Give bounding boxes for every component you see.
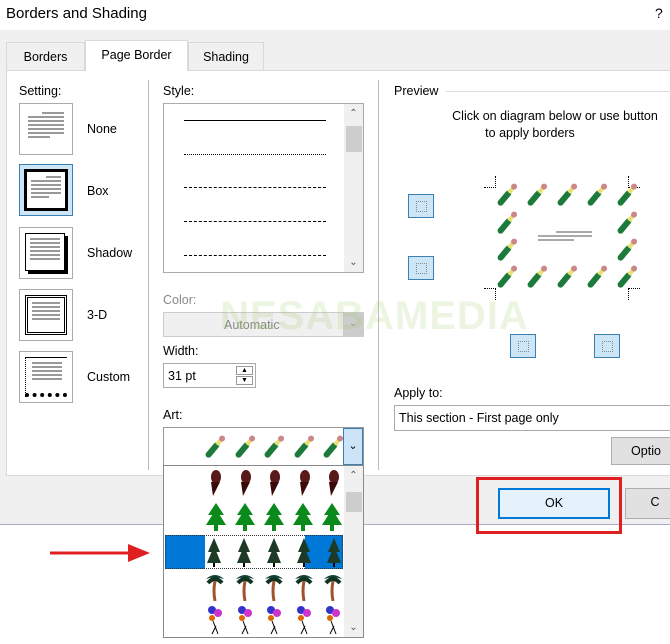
dark-art-icon xyxy=(234,536,254,571)
options-button[interactable]: Optio xyxy=(611,437,670,465)
palm-art-icon xyxy=(293,571,315,606)
cone-art-icon xyxy=(263,468,285,501)
pine-art-icon xyxy=(233,501,257,536)
right-border-button[interactable] xyxy=(594,334,620,358)
bottle-art-icon xyxy=(204,432,226,465)
style-list[interactable]: ⌃ ⌄ xyxy=(163,103,364,273)
art-option-balloons[interactable] xyxy=(204,604,344,639)
pine-art-icon xyxy=(204,501,228,536)
width-stepper[interactable]: 31 pt ▲ ▼ xyxy=(163,363,256,388)
apply-to-label: Apply to: xyxy=(394,386,443,400)
cancel-button[interactable]: C xyxy=(625,488,670,519)
setting-custom-icon[interactable] xyxy=(19,351,73,403)
bottom-border-button[interactable] xyxy=(408,256,434,280)
dark-art-icon xyxy=(294,536,314,571)
bottle-art-icon xyxy=(526,180,548,213)
pine-art-icon xyxy=(320,501,344,536)
art-option-ice-cream[interactable] xyxy=(204,468,344,501)
setting-shadow-label[interactable]: Shadow xyxy=(87,246,132,260)
art-list[interactable]: ⌃ ⌄ xyxy=(163,465,364,638)
width-label: Width: xyxy=(163,344,199,358)
dialog-title: Borders and Shading xyxy=(6,5,147,22)
preview-separator xyxy=(446,91,670,92)
pine-art-icon xyxy=(291,501,315,536)
decrement-icon[interactable]: ▼ xyxy=(236,376,253,385)
divider xyxy=(148,80,149,470)
art-selected-bottles xyxy=(204,432,344,465)
pine-art-icon xyxy=(262,501,286,536)
preview-instruction-1: Click on diagram below or use button xyxy=(452,109,658,123)
art-option-dark-pine-trees[interactable] xyxy=(204,536,344,571)
bottle-art-icon xyxy=(526,262,548,295)
setting-box-icon[interactable] xyxy=(19,164,73,216)
style-label: Style: xyxy=(163,84,195,98)
tab-borders[interactable]: Borders xyxy=(6,42,85,71)
chevron-down-icon[interactable]: ⌄ xyxy=(344,622,363,633)
bottle-art-icon xyxy=(496,235,518,268)
preview-label: Preview xyxy=(394,84,439,98)
apply-to-value: This section - First page only xyxy=(399,411,559,425)
palm-art-icon xyxy=(204,571,226,606)
art-option-pine-trees[interactable] xyxy=(204,501,344,536)
art-dropdown[interactable]: ⌄ xyxy=(163,427,364,466)
divider xyxy=(378,80,379,470)
palm-art-icon xyxy=(322,571,344,606)
watermark: NESABAMEDIA xyxy=(220,294,529,338)
increment-icon[interactable]: ▲ xyxy=(236,366,253,375)
setting-custom-label[interactable]: Custom xyxy=(87,370,130,384)
art-scrollbar[interactable]: ⌃ ⌄ xyxy=(344,466,363,637)
tab-page-border[interactable]: Page Border xyxy=(85,40,188,71)
chevron-up-icon[interactable]: ⌃ xyxy=(344,470,363,481)
balloon-art-icon xyxy=(293,604,315,639)
balloon-art-icon xyxy=(234,604,256,639)
cone-art-icon xyxy=(204,468,226,501)
bottle-art-icon xyxy=(322,432,344,465)
setting-label: Setting: xyxy=(19,84,62,98)
dark-art-icon xyxy=(324,536,344,571)
cone-art-icon xyxy=(293,468,315,501)
bottle-art-icon xyxy=(616,235,638,268)
chevron-down-icon[interactable]: ⌄ xyxy=(343,428,363,465)
art-label: Art: xyxy=(163,408,183,422)
apply-to-dropdown[interactable]: This section - First page only xyxy=(394,405,670,431)
balloon-art-icon xyxy=(204,604,226,639)
art-option-palm-trees[interactable] xyxy=(204,571,344,606)
preview-diagram[interactable] xyxy=(484,176,640,300)
balloon-art-icon xyxy=(322,604,344,639)
chevron-up-icon[interactable]: ⌃ xyxy=(344,108,363,119)
bottle-art-icon xyxy=(234,432,256,465)
palm-art-icon xyxy=(263,571,285,606)
chevron-down-icon[interactable]: ⌄ xyxy=(344,257,363,268)
setting-box-label[interactable]: Box xyxy=(87,184,109,198)
preview-instruction-2: to apply borders xyxy=(485,126,575,140)
help-button[interactable]: ? xyxy=(655,5,663,21)
left-border-button[interactable] xyxy=(510,334,536,358)
dark-art-icon xyxy=(204,536,224,571)
bottle-art-icon xyxy=(556,262,578,295)
setting-shadow-icon[interactable] xyxy=(19,227,73,279)
bottle-art-icon xyxy=(586,180,608,213)
bottle-art-icon xyxy=(293,432,315,465)
setting-3d-label[interactable]: 3-D xyxy=(87,308,107,322)
cone-art-icon xyxy=(234,468,256,501)
color-label: Color: xyxy=(163,293,197,307)
dark-art-icon xyxy=(264,536,284,571)
setting-3d-icon[interactable] xyxy=(19,289,73,341)
red-arrow-icon xyxy=(50,544,150,562)
bottle-art-icon xyxy=(586,262,608,295)
bottle-art-icon xyxy=(263,432,285,465)
style-scrollbar[interactable]: ⌃ ⌄ xyxy=(344,104,363,272)
balloon-art-icon xyxy=(263,604,285,639)
tab-shading[interactable]: Shading xyxy=(188,42,264,71)
setting-none-icon[interactable] xyxy=(19,103,73,155)
cone-art-icon xyxy=(322,468,344,501)
top-border-button[interactable] xyxy=(408,194,434,218)
palm-art-icon xyxy=(234,571,256,606)
width-value: 31 pt xyxy=(168,369,196,383)
bottle-art-icon xyxy=(556,180,578,213)
setting-none-label[interactable]: None xyxy=(87,122,117,136)
ok-button[interactable]: OK xyxy=(498,488,610,519)
